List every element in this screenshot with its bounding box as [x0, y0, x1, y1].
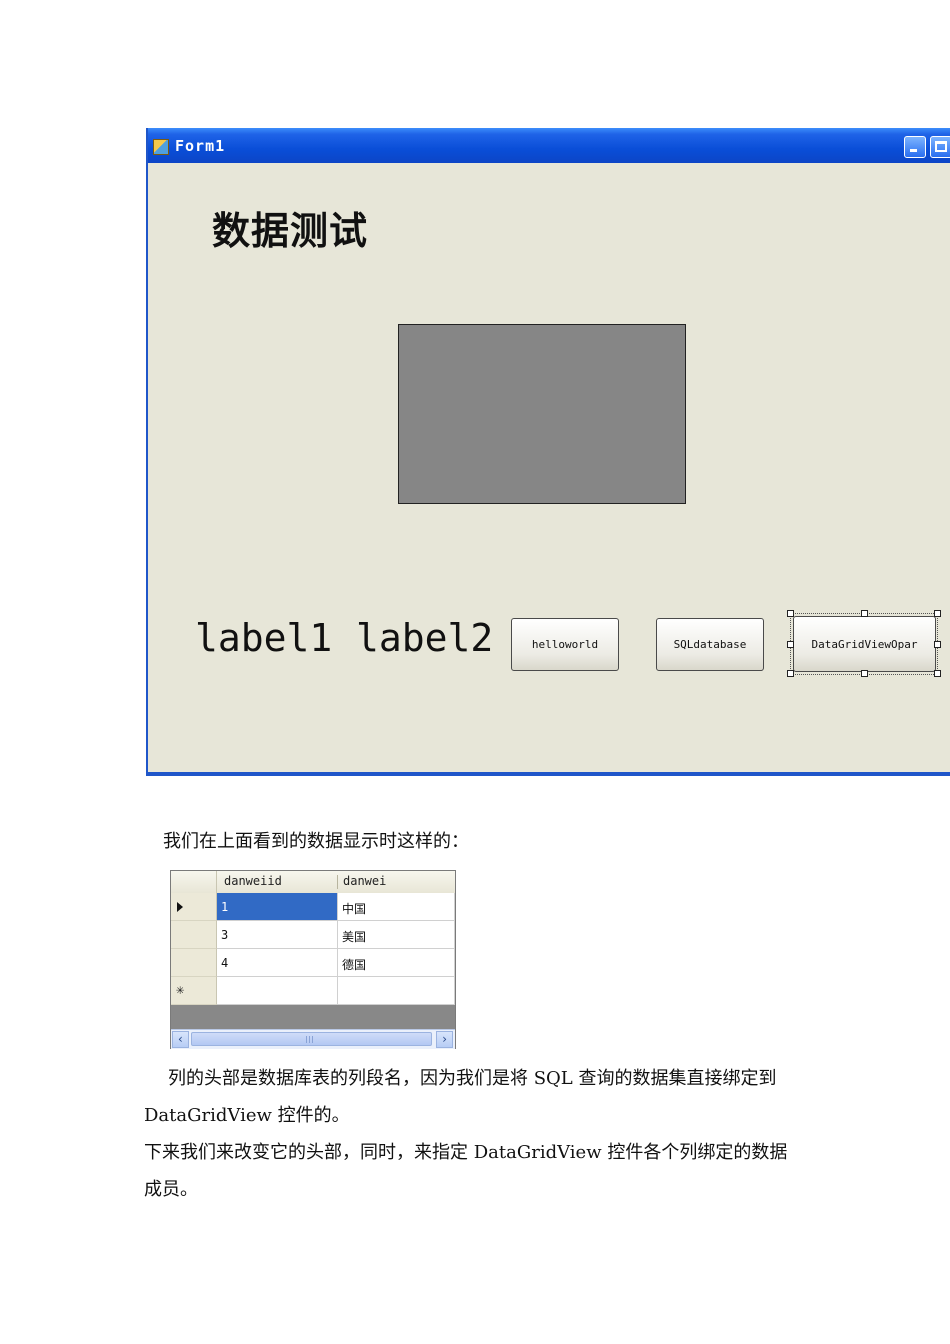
- resize-handle-tr[interactable]: [934, 610, 941, 617]
- label2: label2: [356, 616, 494, 660]
- grid-header: danweiid danwei: [171, 871, 455, 894]
- paragraph-3-line-2: 成员。: [144, 1179, 198, 1200]
- paragraph-2-line-1: 列的头部是数据库表的列段名，因为我们是将 SQL 查询的数据集直接绑定到: [168, 1068, 777, 1089]
- row-header[interactable]: ✳: [171, 977, 217, 1005]
- form-window: Form1 数据测试 label1 label2 helloworld SQLd…: [146, 128, 950, 776]
- column-divider: [337, 875, 338, 889]
- label1: label1: [195, 616, 333, 660]
- resize-handle-tl[interactable]: [787, 610, 794, 617]
- horizontal-scrollbar[interactable]: ‹ ›: [171, 1029, 455, 1049]
- grid-corner-cell[interactable]: [171, 871, 217, 893]
- new-row-asterisk-icon: ✳: [176, 982, 185, 998]
- grid-cell[interactable]: 中国: [338, 893, 455, 921]
- grid-cell-empty[interactable]: [338, 977, 455, 1005]
- row-pointer-icon: [177, 902, 183, 912]
- new-table-row[interactable]: ✳: [171, 977, 455, 1005]
- column-header-danwei[interactable]: danwei: [343, 874, 386, 888]
- row-header[interactable]: [171, 949, 217, 977]
- resize-handle-tm[interactable]: [861, 610, 868, 617]
- datagridview-button[interactable]: DataGridViewOpar: [793, 616, 936, 672]
- grip-icon: [306, 1036, 315, 1043]
- paragraph-2-line-2: DataGridView 控件的。: [144, 1105, 350, 1126]
- paragraph-3-line-1: 下来我们来改变它的头部，同时，来指定 DataGridView 控件各个列绑定的…: [144, 1142, 788, 1163]
- row-header[interactable]: [171, 893, 217, 921]
- table-row[interactable]: 1 中国: [171, 893, 455, 921]
- grid-cell[interactable]: 3: [217, 921, 338, 949]
- picture-panel: [398, 324, 686, 504]
- resize-handle-mr[interactable]: [934, 641, 941, 648]
- maximize-icon[interactable]: [930, 136, 950, 158]
- column-header-danweiid[interactable]: danweiid: [224, 874, 282, 888]
- data-grid-view[interactable]: danweiid danwei 1 中国 3 美国 4 德国 ✳ ‹ ›: [170, 870, 456, 1049]
- scroll-left-icon[interactable]: ‹: [172, 1031, 189, 1048]
- title-bar[interactable]: Form1: [148, 128, 950, 163]
- grid-cell[interactable]: 1: [217, 893, 338, 921]
- table-row[interactable]: 4 德国: [171, 949, 455, 977]
- resize-handle-ml[interactable]: [787, 641, 794, 648]
- resize-handle-bm[interactable]: [861, 670, 868, 677]
- form-heading: 数据测试: [212, 209, 369, 253]
- minimize-icon[interactable]: [904, 136, 926, 158]
- grid-cell[interactable]: 美国: [338, 921, 455, 949]
- table-row[interactable]: 3 美国: [171, 921, 455, 949]
- sqldatabase-button[interactable]: SQLdatabase: [656, 618, 764, 671]
- form-app-icon: [153, 139, 169, 155]
- grid-cell-empty[interactable]: [217, 977, 338, 1005]
- window-title: Form1: [175, 137, 226, 155]
- scroll-right-icon[interactable]: ›: [436, 1031, 453, 1048]
- resize-handle-bl[interactable]: [787, 670, 794, 677]
- resize-handle-br[interactable]: [934, 670, 941, 677]
- helloworld-button[interactable]: helloworld: [511, 618, 619, 671]
- row-header[interactable]: [171, 921, 217, 949]
- grid-cell[interactable]: 德国: [338, 949, 455, 977]
- grid-cell[interactable]: 4: [217, 949, 338, 977]
- scrollbar-thumb[interactable]: [191, 1032, 432, 1046]
- intro-paragraph: 我们在上面看到的数据显示时这样的：: [163, 831, 469, 852]
